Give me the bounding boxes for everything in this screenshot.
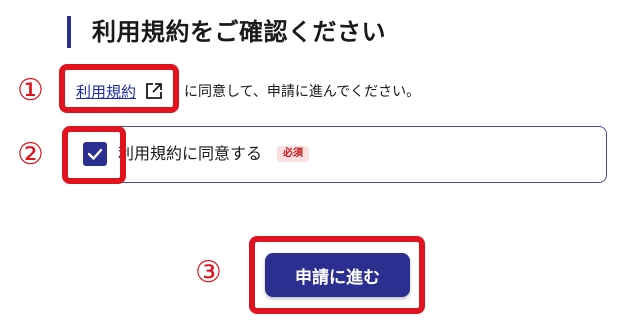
agree-checkbox[interactable] [83, 142, 107, 166]
step-marker-1: ① [17, 73, 44, 108]
step-marker-2: ② [17, 137, 44, 172]
required-badge: 必須 [277, 146, 309, 162]
agree-label[interactable]: 利用規約に同意する [118, 143, 262, 165]
external-link-icon[interactable] [144, 81, 164, 101]
heading-accent-bar [67, 16, 71, 48]
terms-link-row: 利用規約 [76, 78, 164, 104]
terms-confirmation-page: 利用規約をご確認ください ① 利用規約 に同意して、申請に進んでください。 ② … [0, 0, 640, 328]
check-icon [87, 148, 103, 160]
terms-link[interactable]: 利用規約 [76, 81, 136, 102]
step-marker-3: ③ [195, 255, 222, 290]
terms-instruction-text: に同意して、申請に進んでください。 [184, 84, 421, 100]
page-title: 利用規約をご確認ください [92, 18, 386, 46]
proceed-button[interactable]: 申請に進む [265, 253, 410, 297]
